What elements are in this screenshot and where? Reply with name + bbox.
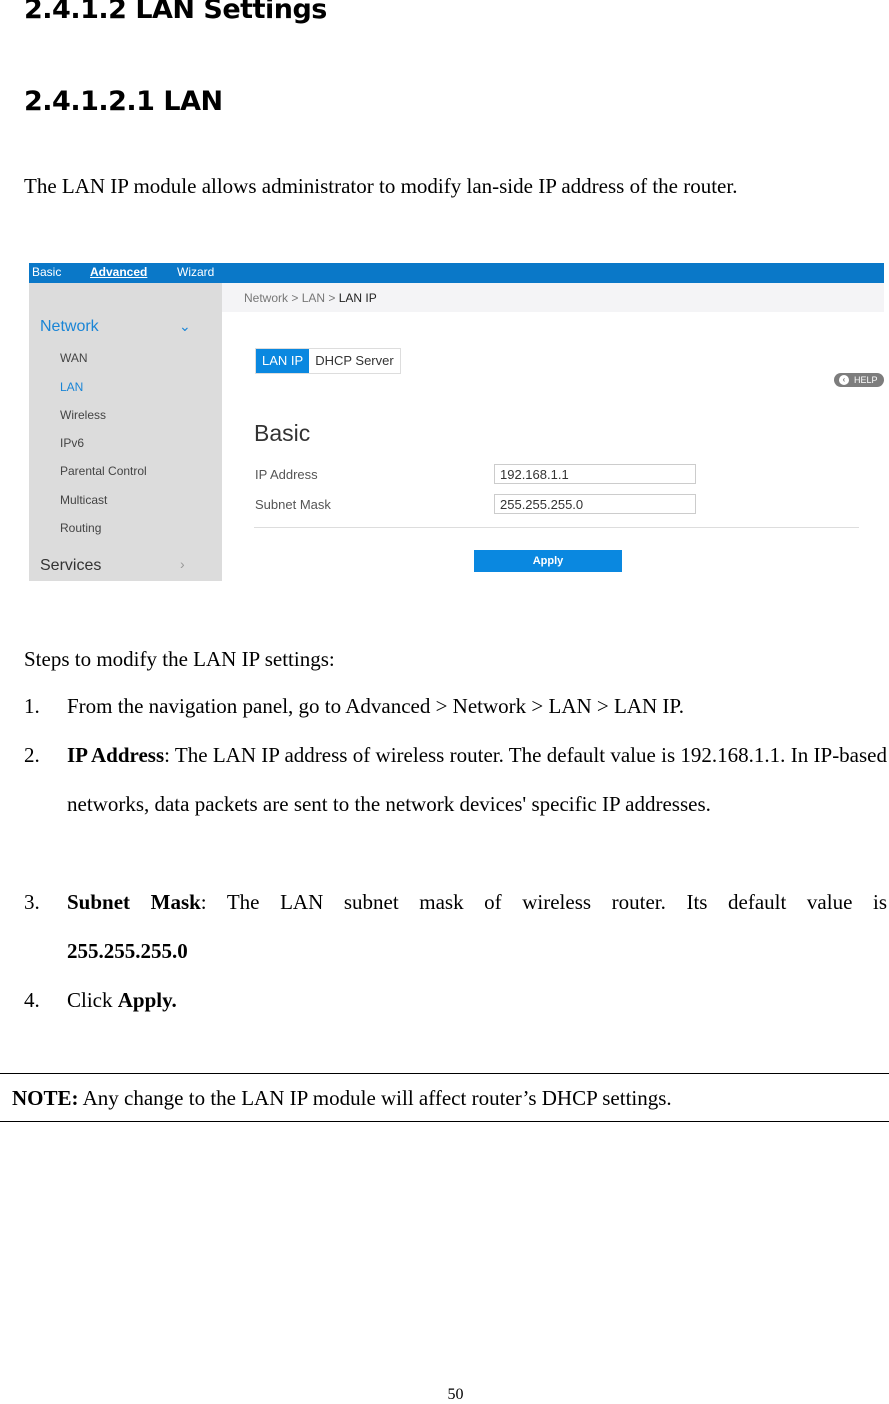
subsection-heading: 2.4.1.2.1 LAN xyxy=(24,86,223,117)
chevron-right-icon[interactable]: › xyxy=(180,556,185,572)
sidebar-item-wireless[interactable]: Wireless xyxy=(60,408,106,422)
breadcrumb-bar: Network > LAN > LAN IP xyxy=(222,283,884,312)
intro-paragraph: The LAN IP module allows administrator t… xyxy=(24,174,738,198)
sidebar-item-routing[interactable]: Routing xyxy=(60,521,101,535)
section-title: Basic xyxy=(254,420,311,446)
tab-lan-ip[interactable]: LAN IP xyxy=(256,349,310,373)
sidebar: Network ⌄ WAN LAN Wireless IPv6 Parental… xyxy=(29,283,222,581)
step-text: : The LAN subnet mask of wireless router… xyxy=(200,890,888,914)
sidebar-item-multicast[interactable]: Multicast xyxy=(60,493,107,507)
top-nav-bar: Basic Advanced Wizard xyxy=(29,263,884,283)
breadcrumb-network[interactable]: Network xyxy=(244,291,288,305)
tab-dhcp-server[interactable]: DHCP Server xyxy=(309,349,400,373)
step-body: Subnet Mask: The LAN subnet mask of wire… xyxy=(67,878,887,976)
top-tab-advanced[interactable]: Advanced xyxy=(90,265,147,279)
steps-intro: Steps to modify the LAN IP settings: xyxy=(24,647,335,671)
step-text: From the navigation panel, go to Advance… xyxy=(67,694,685,718)
breadcrumb: Network > LAN > LAN IP xyxy=(244,291,377,305)
breadcrumb-current: LAN IP xyxy=(338,291,377,305)
arrow-left-icon: ‹ xyxy=(839,375,849,385)
step-number: 4. xyxy=(24,988,40,1012)
note-label: NOTE: xyxy=(12,1086,79,1110)
top-tab-basic[interactable]: Basic xyxy=(32,265,61,279)
apply-button[interactable]: Apply xyxy=(474,550,622,572)
step-term: IP Address xyxy=(67,743,165,767)
breadcrumb-separator: > xyxy=(288,291,302,305)
note: NOTE: Any change to the LAN IP module wi… xyxy=(12,1086,672,1111)
step-number: 2. xyxy=(24,743,40,767)
subnet-mask-label: Subnet Mask xyxy=(255,497,331,512)
tab-bar: LAN IP DHCP Server xyxy=(255,348,401,374)
note-text: Any change to the LAN IP module will aff… xyxy=(78,1086,672,1110)
help-label: HELP xyxy=(854,375,878,385)
sidebar-item-ipv6[interactable]: IPv6 xyxy=(60,436,84,450)
ip-address-label: IP Address xyxy=(255,467,318,482)
top-tab-wizard[interactable]: Wizard xyxy=(177,265,214,279)
sidebar-item-wan[interactable]: WAN xyxy=(60,351,88,365)
sidebar-item-lan[interactable]: LAN xyxy=(60,380,83,394)
step-body: Click Apply. xyxy=(67,976,887,1025)
sidebar-group-services[interactable]: Services xyxy=(40,557,101,575)
router-ui-screenshot: Basic Advanced Wizard Network ⌄ WAN LAN … xyxy=(29,263,884,581)
step-number: 3. xyxy=(24,890,40,914)
step-text: : The LAN IP address of wireless router.… xyxy=(67,743,887,816)
breadcrumb-separator: > xyxy=(325,291,339,305)
sidebar-item-parental-control[interactable]: Parental Control xyxy=(60,464,147,478)
breadcrumb-lan[interactable]: LAN xyxy=(302,291,325,305)
subnet-mask-input[interactable] xyxy=(494,494,696,514)
divider xyxy=(254,527,859,528)
step-action: Apply. xyxy=(117,988,177,1012)
step-number: 1. xyxy=(24,694,40,718)
note-bottom-rule xyxy=(0,1121,889,1122)
note-top-rule xyxy=(0,1073,889,1074)
help-button[interactable]: ‹ HELP xyxy=(834,373,884,387)
chevron-down-icon[interactable]: ⌄ xyxy=(179,318,191,335)
ip-address-input[interactable] xyxy=(494,464,696,484)
sidebar-group-network[interactable]: Network xyxy=(40,318,99,336)
step-body: IP Address: The LAN IP address of wirele… xyxy=(67,731,887,829)
step-term: Subnet Mask xyxy=(67,890,201,914)
step-default-value: 255.255.255.0 xyxy=(67,939,188,963)
step-text: Click xyxy=(67,988,118,1012)
section-heading: 2.4.1.2 LAN Settings xyxy=(24,0,327,25)
page-number: 50 xyxy=(447,1386,464,1403)
main-content: Network > LAN > LAN IP LAN IP DHCP Serve… xyxy=(222,283,884,581)
